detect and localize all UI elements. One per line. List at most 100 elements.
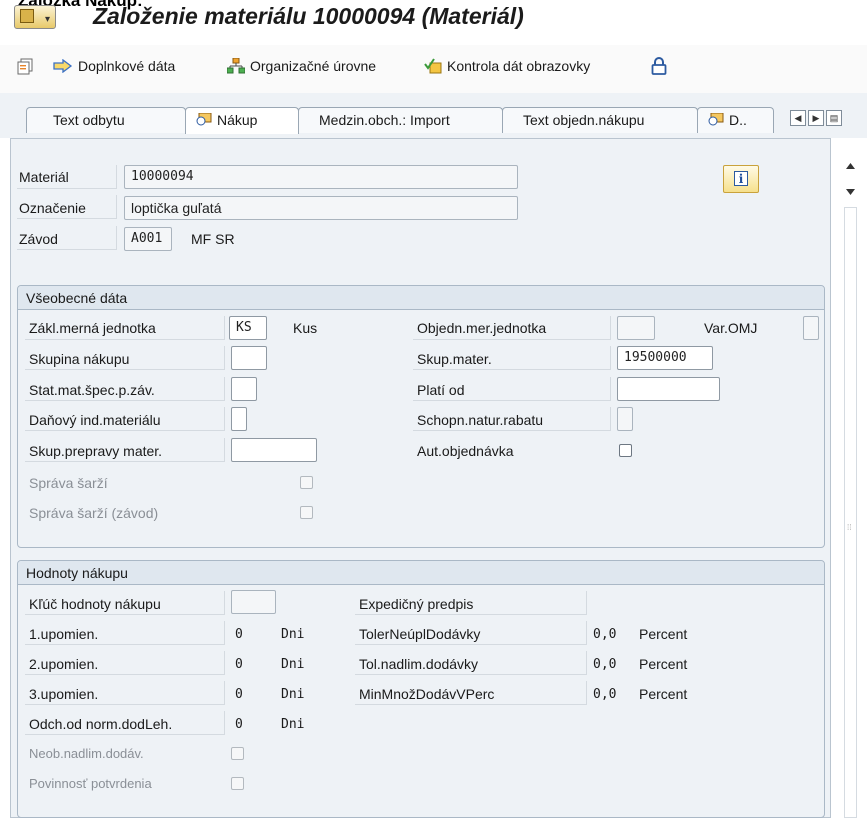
std-delivery-deviation-label: Odch.od norm.dodLeh. [29, 716, 173, 732]
base-uom-label: Zákl.merná jednotka [29, 320, 156, 336]
plant-status-field[interactable] [231, 377, 257, 401]
auto-po-label: Aut.objednávka [417, 443, 514, 459]
reminder-1-unit: Dni [281, 627, 305, 642]
plant-label: Závod [19, 231, 58, 247]
unlimited-overdelivery-checkbox[interactable] [231, 747, 244, 760]
natural-discount-label: Schopn.natur.rabatu [417, 412, 544, 428]
tab-scroll-left-button[interactable]: ◀ [790, 110, 806, 126]
tab-purchasing[interactable]: Nákup [185, 107, 299, 134]
grip-icon: ⁞⁞ [847, 523, 852, 532]
scroll-up-icon[interactable] [845, 162, 856, 170]
overdelivery-tolerance-value: 0,0 [593, 657, 617, 672]
transport-group-label: Skup.prepravy mater. [29, 443, 163, 459]
vertical-scrollbar[interactable]: ⁞⁞ [836, 155, 858, 818]
std-delivery-deviation-unit: Dni [281, 717, 305, 732]
batch-management-checkbox[interactable] [300, 476, 313, 489]
purchasing-group-label: Skupina nákupu [29, 351, 130, 367]
reminder-3-label: 3.upomien. [29, 686, 99, 702]
material-label: Materiál [19, 169, 69, 185]
material-field[interactable]: 10000094 [124, 165, 518, 189]
tab-scroll-right-button[interactable]: ▶ [808, 110, 824, 126]
description-label: Označenie [19, 200, 86, 216]
valid-from-label: Platí od [417, 382, 465, 398]
tab-strip: Text odbytu Nákup Medzin.obch.: Import T… [0, 93, 867, 138]
check-screen-label: Kontrola dát obrazovky [447, 58, 591, 74]
tab-intl-trade-import[interactable]: Medzin.obch.: Import [298, 107, 503, 133]
var-uom-field[interactable] [803, 316, 819, 340]
unlimited-overdelivery-label: Neob.nadlim.dodáv. [29, 746, 144, 761]
overdelivery-tolerance-unit: Percent [639, 656, 688, 672]
material-group-label: Skup.mater. [417, 351, 492, 367]
arrow-right-icon [53, 59, 73, 73]
ack-required-label: Povinnosť potvrdenia [29, 776, 152, 791]
plant-field[interactable]: A001 [124, 227, 172, 251]
underdelivery-tolerance-value: 0,0 [593, 627, 617, 642]
base-uom-text: Kus [293, 320, 318, 336]
scrollbar-track[interactable]: ⁞⁞ [844, 207, 857, 818]
order-unit-label: Objedn.mer.jednotka [417, 320, 547, 336]
shipping-instruction-label: Expedičný predpis [359, 596, 474, 612]
tab-more[interactable]: D.. [697, 107, 774, 133]
general-data-title: Všeobecné dáta [18, 286, 824, 310]
purchasing-value-key-label: Kľúč hodnoty nákupu [29, 596, 161, 612]
description-field[interactable]: loptička guľatá [124, 196, 518, 220]
batch-management-plant-checkbox[interactable] [300, 506, 313, 519]
copy-button[interactable] [17, 58, 34, 75]
reminder-2-unit: Dni [281, 657, 305, 672]
tax-indicator-label: Daňový ind.materiálu [29, 412, 161, 428]
check-screen-button[interactable]: Kontrola dát obrazovky [424, 58, 590, 74]
lock-icon [651, 57, 667, 75]
additional-data-label: Doplnkové dáta [78, 58, 176, 74]
min-delivery-percent-value: 0,0 [593, 687, 617, 702]
tab-list-button[interactable]: ▤ [826, 110, 842, 126]
order-unit-field[interactable] [617, 316, 655, 340]
purchasing-values-title: Hodnoty nákupu [18, 561, 824, 585]
tab-label: Text odbytu [53, 112, 125, 128]
tab-label: Text objedn.nákupu [523, 112, 645, 128]
auto-po-checkbox[interactable] [619, 444, 632, 457]
transport-group-field[interactable] [231, 438, 317, 462]
purchasing-value-key-field[interactable] [231, 590, 276, 614]
tab-purchasing-icon [196, 109, 212, 126]
info-button[interactable]: i [723, 165, 759, 193]
additional-data-button[interactable]: Doplnkové dáta [53, 58, 175, 74]
plant-status-label: Stat.mat.špec.p.záv. [29, 382, 155, 398]
batch-management-plant-label: Správa šarží (závod) [29, 505, 159, 521]
application-toolbar: Doplnkové dáta Organizačné úrovne Kontro… [0, 45, 867, 94]
scroll-down-icon[interactable] [845, 188, 856, 196]
tab-more-icon [708, 109, 724, 126]
reminder-3-unit: Dni [281, 687, 305, 702]
reminder-2-value: 0 [235, 657, 243, 672]
org-levels-button[interactable]: Organizačné úrovne [227, 58, 376, 74]
check-data-icon [424, 58, 442, 74]
lock-button[interactable] [651, 56, 667, 76]
var-uom-label: Var.OMJ [704, 320, 758, 336]
valid-from-field[interactable] [617, 377, 720, 401]
min-delivery-percent-label: MinMnožDodávVPerc [359, 686, 495, 702]
natural-discount-field[interactable] [617, 407, 633, 431]
min-delivery-percent-unit: Percent [639, 686, 688, 702]
ack-required-checkbox[interactable] [231, 777, 244, 790]
tax-indicator-field[interactable] [231, 407, 247, 431]
reminder-1-value: 0 [235, 627, 243, 642]
std-delivery-deviation-value: 0 [235, 717, 243, 732]
page-title: Založenie materiálu 10000094 (Materiál) [93, 3, 524, 29]
copy-icon [17, 58, 33, 75]
reminder-2-label: 2.upomien. [29, 656, 99, 672]
tab-po-text[interactable]: Text objedn.nákupu [502, 107, 698, 133]
purchasing-group-field[interactable] [231, 346, 267, 370]
batch-management-label: Správa šarží [29, 475, 108, 491]
underdelivery-tolerance-label: TolerNeúplDodávky [359, 626, 481, 642]
menu-icon[interactable]: ▾ [14, 5, 56, 29]
tab-sales-text[interactable]: Text odbytu [26, 107, 186, 133]
info-icon: i [734, 171, 748, 186]
tab-label: Nákup [217, 112, 258, 128]
base-uom-field[interactable]: KS [229, 316, 267, 340]
reminder-1-label: 1.upomien. [29, 626, 99, 642]
org-structure-icon [227, 58, 245, 74]
plant-name: MF SR [191, 231, 235, 247]
org-levels-label: Organizačné úrovne [250, 58, 377, 74]
material-group-field[interactable]: 19500000 [617, 346, 713, 370]
underdelivery-tolerance-unit: Percent [639, 626, 688, 642]
reminder-3-value: 0 [235, 687, 243, 702]
